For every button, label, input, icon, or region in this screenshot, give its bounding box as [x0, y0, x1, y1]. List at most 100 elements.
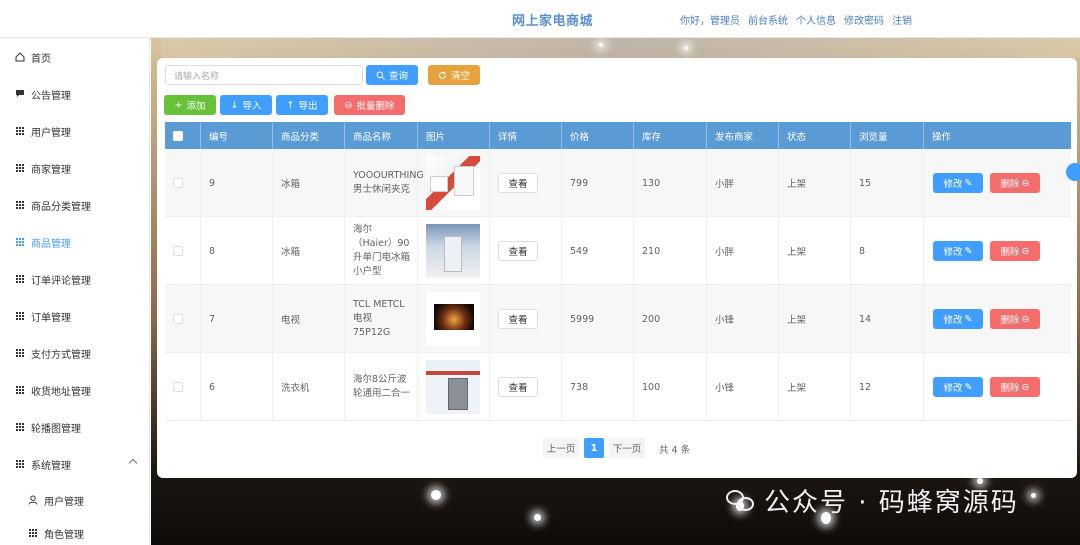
- add-button[interactable]: + 添加: [164, 95, 216, 115]
- cell-views: 14: [851, 285, 924, 353]
- sidebar-item-products[interactable]: 商品管理: [0, 229, 150, 255]
- delete-button[interactable]: 删除 ⊖: [990, 173, 1040, 193]
- cell-status: 上架: [779, 149, 851, 217]
- table-row: 6 洗衣机 海尔8公斤波轮通用二合一 查看 738 100 小锋 上架 12 修…: [165, 353, 1071, 421]
- row-checkbox[interactable]: [173, 382, 183, 392]
- sidebar-item-roles[interactable]: 角色管理: [0, 520, 150, 545]
- product-image: [426, 224, 480, 278]
- grid-icon: [15, 274, 25, 284]
- home-icon: [15, 52, 25, 62]
- view-detail-button[interactable]: 查看: [498, 173, 538, 193]
- sidebar-item-categories[interactable]: 商品分类管理: [0, 192, 150, 218]
- cell-name: YOOOURTHING男士休闲夹克: [345, 149, 424, 217]
- sidebar-item-notice[interactable]: 公告管理: [0, 81, 150, 107]
- delete-button[interactable]: 删除 ⊖: [990, 241, 1040, 261]
- sidebar-item-system-users[interactable]: 用户管理: [0, 487, 150, 513]
- export-label: 导出: [298, 101, 318, 112]
- cell-actions: 修改 ✎ 删除 ⊖: [924, 353, 1071, 421]
- col-price: 价格: [562, 122, 634, 149]
- edit-button[interactable]: 修改 ✎: [933, 241, 983, 261]
- row-checkbox[interactable]: [173, 178, 183, 188]
- sidebar-item-payment[interactable]: 支付方式管理: [0, 340, 150, 366]
- sidebar-item-label: 商品分类管理: [31, 201, 91, 213]
- grid-icon: [15, 311, 25, 321]
- product-image: [426, 156, 480, 210]
- batch-delete-label: 批量删除: [356, 101, 395, 112]
- sidebar-item-home[interactable]: 首页: [0, 44, 150, 70]
- product-image: [426, 292, 480, 346]
- cell-merchant: 小胖: [707, 217, 779, 285]
- col-actions: 操作: [932, 131, 952, 143]
- table-row: 9 冰箱 YOOOURTHING男士休闲夹克 查看 799 130 小胖 上架 …: [165, 149, 1071, 217]
- sidebar-item-order-comments[interactable]: 订单评论管理: [0, 266, 150, 292]
- view-detail-button[interactable]: 查看: [498, 309, 538, 329]
- export-button[interactable]: ↑ 导出: [276, 95, 328, 115]
- row-checkbox[interactable]: [173, 246, 183, 256]
- edit-icon: ✎: [964, 313, 973, 325]
- search-input[interactable]: 请输入名称: [165, 65, 363, 85]
- query-button[interactable]: 查询: [366, 65, 418, 85]
- delete-button[interactable]: 删除 ⊖: [990, 377, 1040, 397]
- cell-stock: 200: [634, 285, 707, 353]
- row-checkbox[interactable]: [173, 314, 183, 324]
- reset-button[interactable]: 清空: [428, 65, 480, 85]
- col-id: 编号: [201, 122, 273, 149]
- sidebar-item-label: 用户管理: [31, 127, 71, 139]
- cell-views: 8: [851, 217, 924, 285]
- cell-name: 海尔（Haier）90升单门电冰箱小户型: [345, 217, 418, 285]
- cell-status: 上架: [779, 217, 851, 285]
- col-category: 商品分类: [273, 122, 345, 149]
- sidebar-item-users[interactable]: 用户管理: [0, 118, 150, 144]
- cell-status: 上架: [779, 285, 851, 353]
- col-merchant: 发布商家: [707, 122, 779, 149]
- sidebar-item-system[interactable]: 系统管理: [0, 451, 150, 477]
- view-detail-button[interactable]: 查看: [498, 241, 538, 261]
- profile-link[interactable]: 个人信息: [796, 12, 836, 27]
- next-page-button[interactable]: 下一页: [609, 438, 645, 458]
- batch-delete-button[interactable]: ⊖ 批量删除: [334, 95, 405, 115]
- sidebar-item-label: 支付方式管理: [31, 349, 91, 361]
- cell-image: [418, 149, 490, 217]
- greeting: 你好，管理员: [680, 16, 740, 27]
- cell-views: 15: [851, 149, 924, 217]
- arrow-down-icon: ↓: [230, 99, 239, 111]
- import-button[interactable]: ↓ 导入: [220, 95, 272, 115]
- table-header: 编号 商品分类 商品名称 图片 详情 价格 库存 发布商家 状态 浏览量 操作: [165, 122, 1071, 149]
- floating-tab[interactable]: [1066, 163, 1080, 181]
- delete-label: 删除: [1000, 383, 1020, 394]
- select-all-checkbox[interactable]: [173, 130, 183, 141]
- col-name: 商品名称: [345, 122, 418, 149]
- edit-button[interactable]: 修改 ✎: [933, 309, 983, 329]
- prev-page-button[interactable]: 上一页: [543, 438, 579, 458]
- edit-button[interactable]: 修改 ✎: [933, 173, 983, 193]
- delete-label: 删除: [1000, 247, 1020, 258]
- table-row: 8 冰箱 海尔（Haier）90升单门电冰箱小户型 查看 549 210 小胖 …: [165, 217, 1071, 285]
- search-icon: [376, 71, 385, 80]
- frontend-link[interactable]: 前台系统: [748, 12, 788, 27]
- sidebar-item-label: 系统管理: [31, 460, 71, 472]
- cell-category: 洗衣机: [273, 353, 345, 421]
- sidebar-item-orders[interactable]: 订单管理: [0, 303, 150, 329]
- delete-button[interactable]: 删除 ⊖: [990, 309, 1040, 329]
- sidebar-item-carousel[interactable]: 轮播图管理: [0, 414, 150, 440]
- sidebar-item-merchants[interactable]: 商家管理: [0, 155, 150, 181]
- chevron-up-icon[interactable]: [128, 458, 138, 468]
- cell-stock: 210: [634, 217, 707, 285]
- change-password-link[interactable]: 修改密码: [844, 12, 884, 27]
- add-label: 添加: [186, 101, 206, 112]
- grid-icon: [15, 200, 25, 210]
- sidebar-item-address[interactable]: 收货地址管理: [0, 377, 150, 403]
- grid-icon: [15, 237, 25, 247]
- delete-label: 删除: [1000, 179, 1020, 190]
- edit-icon: ✎: [964, 177, 973, 189]
- logout-link[interactable]: 注销: [892, 12, 912, 27]
- cell-id: 8: [201, 217, 273, 285]
- grid-icon: [15, 163, 25, 173]
- edit-button[interactable]: 修改 ✎: [933, 377, 983, 397]
- col-image: 图片: [418, 122, 490, 149]
- view-detail-button[interactable]: 查看: [498, 377, 538, 397]
- cell-price: 549: [562, 217, 634, 285]
- cell-detail: 查看: [490, 285, 562, 353]
- page-1-button[interactable]: 1: [584, 438, 604, 458]
- product-image: [426, 360, 480, 414]
